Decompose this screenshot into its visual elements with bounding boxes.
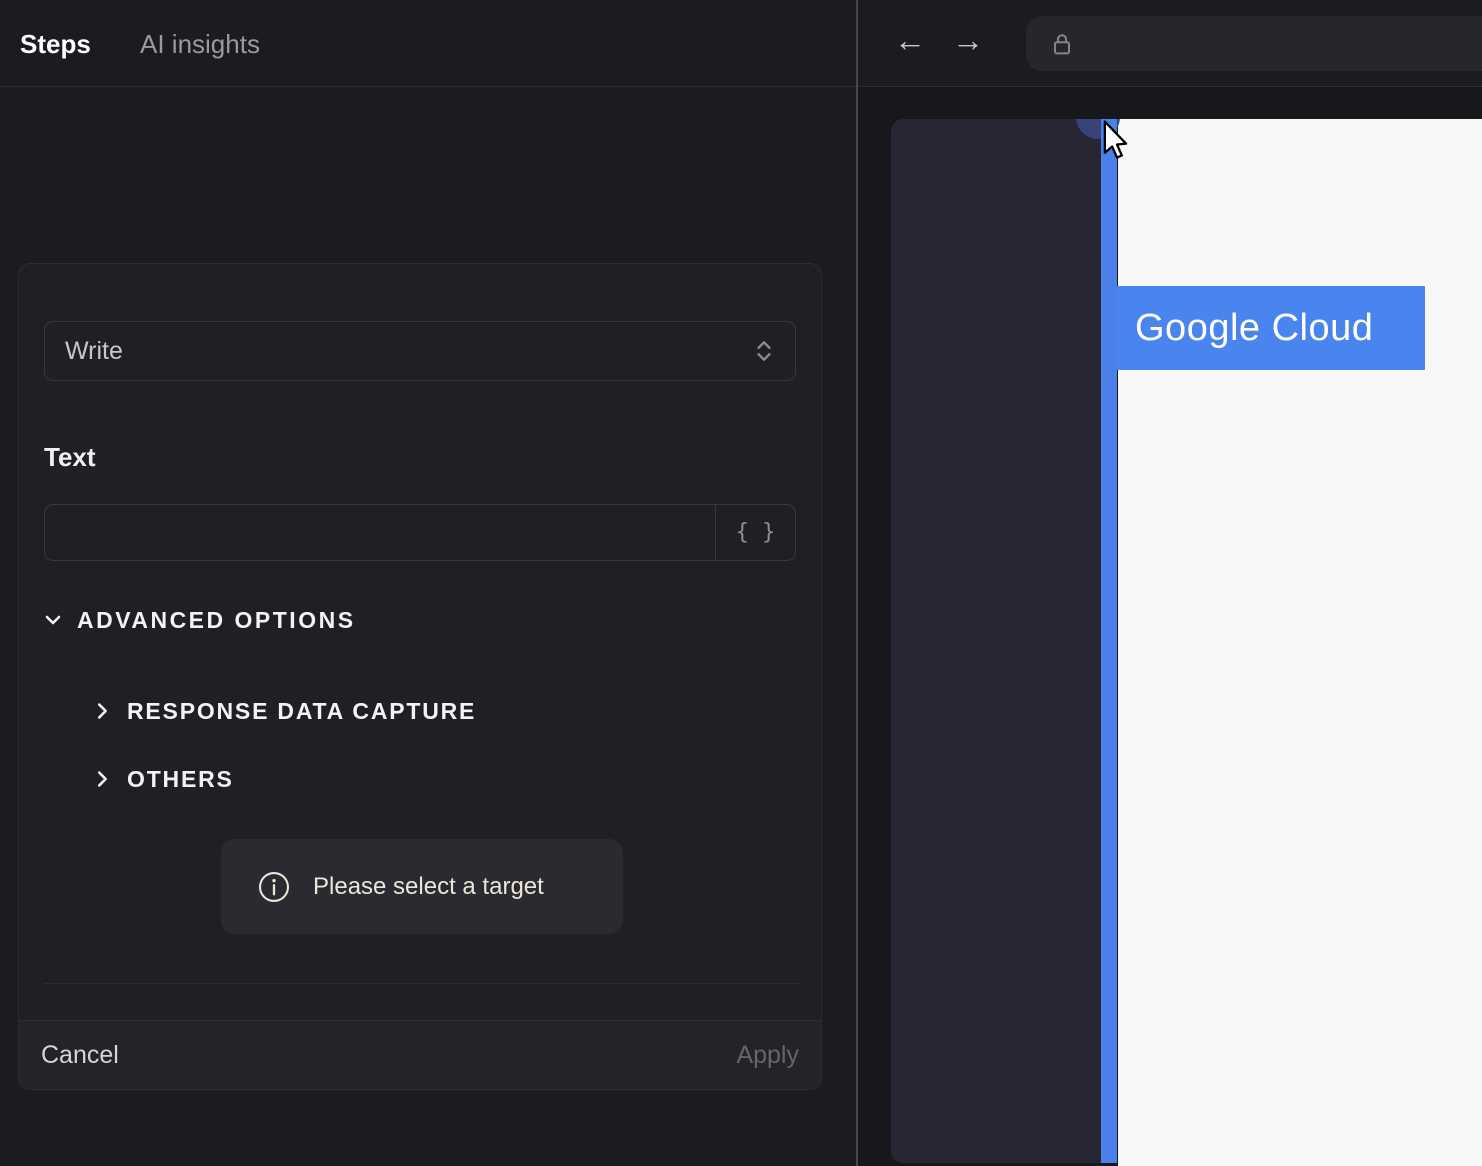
browser-topbar: ← → [858, 0, 1482, 87]
chevron-right-icon [97, 703, 107, 719]
element-highlight-stripe[interactable] [1101, 119, 1117, 1163]
chevron-up-down-icon [757, 341, 771, 361]
step-editor-card: Write Text { } ADVANCED OPTIONS RESPONSE… [18, 263, 822, 1090]
editor-footer: Cancel Apply [19, 1020, 821, 1089]
select-target-message: Please select a target [313, 872, 544, 900]
page-preview[interactable]: Google Cloud [891, 119, 1482, 1166]
panel-divider [856, 0, 858, 1166]
response-data-capture-toggle[interactable]: RESPONSE DATA CAPTURE [91, 696, 476, 726]
chevron-right-icon [97, 771, 107, 787]
text-field-label: Text [44, 442, 96, 472]
url-bar[interactable] [1026, 16, 1482, 71]
apply-button[interactable]: Apply [736, 1041, 799, 1070]
browser-viewport: Google Cloud [858, 88, 1482, 1166]
select-target-toast: Please select a target [221, 839, 623, 934]
others-label: OTHERS [127, 765, 234, 792]
advanced-options-label: ADVANCED OPTIONS [77, 606, 356, 633]
response-data-capture-label: RESPONSE DATA CAPTURE [127, 697, 477, 724]
steps-panel: Steps AI insights 1 Navigate to START_UR… [0, 0, 857, 1166]
back-arrow-icon[interactable]: ← [894, 24, 926, 56]
step-row[interactable]: 1 Navigate to START_URL [0, 132, 857, 312]
footer-divider [43, 983, 799, 984]
mouse-cursor-icon [1103, 120, 1128, 159]
braces-icon: { } [735, 520, 776, 545]
action-select[interactable]: Write [44, 321, 796, 381]
forward-arrow-icon[interactable]: → [952, 24, 984, 56]
chevron-down-icon [45, 615, 61, 625]
tab-steps[interactable]: Steps [20, 29, 91, 60]
text-input[interactable] [45, 505, 715, 560]
page-content-area[interactable] [1118, 119, 1482, 1166]
google-cloud-logo-text: Google Cloud [1135, 306, 1374, 349]
tab-ai-insights[interactable]: AI insights [140, 29, 260, 60]
insert-variable-button[interactable]: { } [715, 505, 795, 560]
advanced-options-toggle[interactable]: ADVANCED OPTIONS [41, 604, 356, 636]
info-icon [259, 871, 289, 902]
browser-panel: ← → Google Cloud [858, 0, 1482, 1166]
left-topbar: Steps AI insights [0, 0, 857, 87]
others-toggle[interactable]: OTHERS [91, 764, 234, 794]
google-cloud-highlight[interactable]: Google Cloud [1117, 286, 1425, 370]
cancel-button[interactable]: Cancel [41, 1041, 119, 1070]
text-input-wrap: { } [44, 504, 796, 561]
page-dark-sidebar[interactable] [891, 119, 1101, 1163]
action-select-value: Write [65, 336, 123, 365]
lock-icon [1054, 33, 1070, 54]
